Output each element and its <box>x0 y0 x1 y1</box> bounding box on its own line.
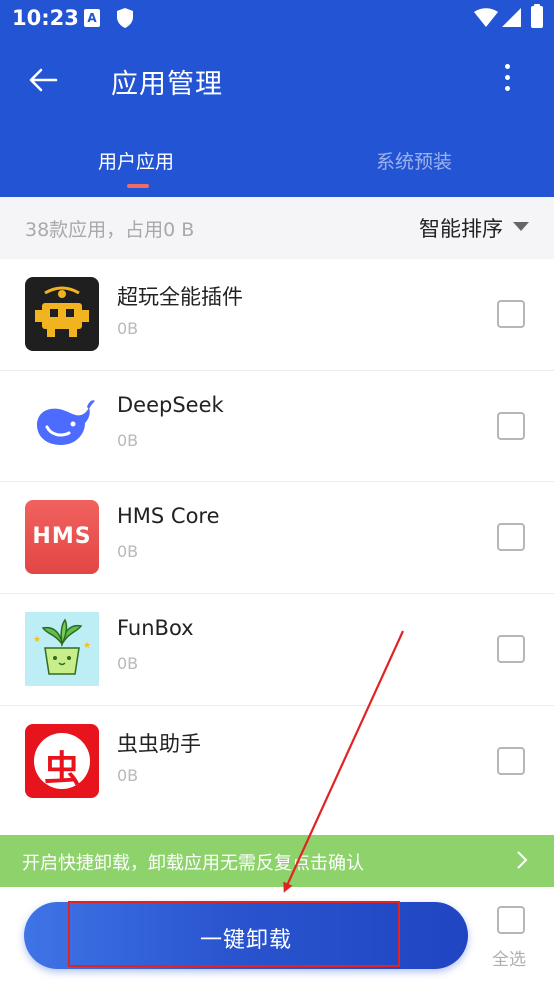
list-item[interactable]: 虫 虫虫助手 0B <box>0 706 554 818</box>
app-size: 0B <box>117 542 139 562</box>
tab-indicator <box>127 184 149 188</box>
app-checkbox[interactable] <box>497 635 525 664</box>
app-checkbox[interactable] <box>497 746 525 775</box>
select-all-label: 全选 <box>492 950 526 970</box>
app-checkbox[interactable] <box>497 300 525 328</box>
dropdown-triangle-icon[interactable] <box>513 222 529 231</box>
plant-pot-icon: ★ ★ <box>25 612 99 687</box>
app-name: HMS Core <box>117 504 220 529</box>
app-count-summary: 38款应用，占用0 B <box>25 219 195 241</box>
more-options-icon[interactable] <box>500 64 514 98</box>
select-all-checkbox[interactable] <box>497 906 525 934</box>
list-item[interactable]: HMS HMS Core 0B <box>0 482 554 595</box>
app-name: 超玩全能插件 <box>117 285 243 309</box>
list-item[interactable]: ★ ★ FunBox 0B <box>0 594 554 706</box>
signal-icon <box>502 8 521 27</box>
battery-icon <box>531 4 543 28</box>
wifi-icon <box>474 8 498 27</box>
chongchong-icon: 虫 <box>25 723 99 798</box>
whale-icon <box>25 388 99 463</box>
summary-bar: 38款应用，占用0 B 智能排序 <box>0 197 554 259</box>
svg-text:★: ★ <box>83 641 91 651</box>
back-arrow-icon[interactable] <box>26 62 62 98</box>
app-size: 0B <box>117 430 139 450</box>
app-name: 虫虫助手 <box>117 731 201 756</box>
status-time: 10:23 <box>12 6 79 30</box>
app-list: 超玩全能插件 0B DeepSeek 0B HMS HMS Core 0B ★ … <box>0 259 554 817</box>
shield-icon <box>117 8 133 28</box>
sort-dropdown[interactable]: 智能排序 <box>419 213 503 243</box>
chevron-right-icon <box>517 851 528 869</box>
app-header: 10:23 A 应用管理 用户应用 系统预装 <box>0 0 554 197</box>
tab-user-apps[interactable]: 用户应用 <box>98 147 174 174</box>
app-checkbox[interactable] <box>497 523 525 552</box>
app-size: 0B <box>117 319 139 338</box>
uninstall-button-label: 一键卸载 <box>199 928 292 953</box>
app-checkbox[interactable] <box>497 411 525 440</box>
tab-system-apps[interactable]: 系统预装 <box>376 147 452 174</box>
svg-text:★: ★ <box>33 635 41 645</box>
hms-icon: HMS <box>25 500 99 575</box>
game-plugin-icon <box>25 277 99 351</box>
quick-uninstall-banner[interactable]: 开启快捷卸载，卸载应用无需反复点击确认 <box>0 835 554 887</box>
page-title: 应用管理 <box>111 69 223 100</box>
app-size: 0B <box>117 765 139 785</box>
list-item[interactable]: DeepSeek 0B <box>0 371 554 483</box>
list-item[interactable]: 超玩全能插件 0B <box>0 259 554 371</box>
one-click-uninstall-button[interactable]: 一键卸载 <box>24 902 468 969</box>
app-name: DeepSeek <box>117 392 224 417</box>
notification-app-icon: A <box>84 9 100 27</box>
app-name: FunBox <box>117 616 194 641</box>
chongchong-icon-text: 虫 <box>43 748 80 790</box>
status-bar: 10:23 A <box>0 0 554 38</box>
app-size: 0B <box>117 654 139 674</box>
banner-text: 开启快捷卸载，卸载应用无需反复点击确认 <box>22 853 364 874</box>
hms-icon-text: HMS <box>32 524 92 550</box>
